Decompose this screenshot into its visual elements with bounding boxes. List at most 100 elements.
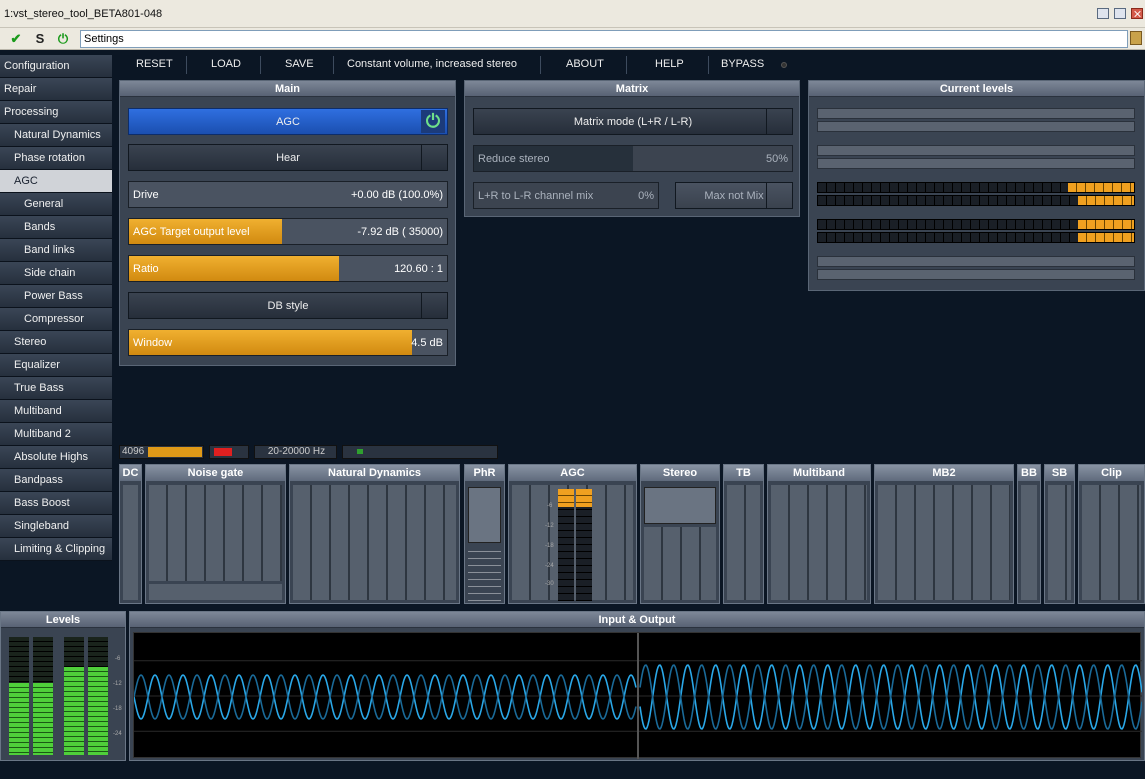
about-button[interactable]: ABOUT: [566, 58, 604, 70]
module-natural-dynamics[interactable]: Natural Dynamics: [289, 464, 460, 604]
levels-panel: Levels -6 -12 -18 -24: [0, 611, 126, 761]
hear-label: Hear: [276, 152, 300, 164]
sidebar-item-multiband-2[interactable]: Multiband 2: [0, 423, 112, 446]
current-levels-title: Current levels: [809, 81, 1144, 97]
level-bar: [817, 108, 1135, 119]
settings-field[interactable]: Settings: [80, 30, 1128, 48]
sidebar-item-processing[interactable]: Processing: [0, 101, 112, 124]
module-agc[interactable]: AGC -6 -12 -18 -24 -30: [508, 464, 637, 604]
window-slider[interactable]: Window 4.5 dB: [128, 329, 448, 356]
db-style-label: DB style: [267, 300, 309, 312]
module-multiband[interactable]: Multiband: [767, 464, 871, 604]
target-level-slider[interactable]: AGC Target output level -7.92 dB ( 35000…: [128, 218, 448, 245]
sidebar-item-band-links[interactable]: Band links: [0, 239, 112, 262]
sidebar-item-natural-dynamics[interactable]: Natural Dynamics: [0, 124, 112, 147]
help-button[interactable]: HELP: [655, 58, 684, 70]
module-bb-title: BB: [1018, 465, 1040, 481]
max-not-mix-button[interactable]: Max not Mix: [675, 182, 793, 209]
agc-tick: -18: [545, 543, 554, 549]
waveform-scope: [133, 632, 1143, 759]
module-phr[interactable]: PhR: [464, 464, 505, 604]
sidebar-item-configuration[interactable]: Configuration: [0, 55, 112, 78]
sidebar-item-stereo[interactable]: Stereo: [0, 331, 112, 354]
s-icon[interactable]: S: [32, 31, 48, 47]
check-icon[interactable]: ✔: [8, 31, 24, 47]
module-sb[interactable]: SB: [1044, 464, 1075, 604]
maximize-icon[interactable]: [1114, 8, 1126, 19]
sidebar-item-bands[interactable]: Bands: [0, 216, 112, 239]
save-button[interactable]: SAVE: [285, 58, 314, 70]
module-tb[interactable]: TB: [723, 464, 764, 604]
agc-meter-right: [576, 489, 592, 601]
minimize-icon[interactable]: [1097, 8, 1109, 19]
sidebar-item-bass-boost[interactable]: Bass Boost: [0, 492, 112, 515]
level-bar: [817, 256, 1135, 267]
module-mb2[interactable]: MB2: [874, 464, 1014, 604]
sidebar-item-true-bass[interactable]: True Bass: [0, 377, 112, 400]
sidebar-item-side-chain[interactable]: Side chain: [0, 262, 112, 285]
bypass-indicator: [781, 62, 787, 68]
ratio-value: 120.60 : 1: [394, 263, 443, 275]
module-dc[interactable]: DC: [119, 464, 142, 604]
agc-label: AGC: [276, 116, 300, 128]
module-phr-title: PhR: [465, 465, 504, 481]
book-icon[interactable]: [1130, 31, 1142, 45]
hear-button[interactable]: Hear: [128, 144, 448, 171]
channel-mix-slider[interactable]: L+R to L-R channel mix 0%: [473, 182, 659, 209]
level-tick: -12: [113, 681, 122, 687]
output-waveform-right: [639, 664, 1143, 730]
agc-toggle-button[interactable]: AGC ⏻: [128, 108, 448, 135]
sidebar-item-compressor[interactable]: Compressor: [0, 308, 112, 331]
ratio-slider[interactable]: Ratio 120.60 : 1: [128, 255, 448, 282]
agc-meter-left: [558, 489, 574, 601]
sidebar-item-general[interactable]: General: [0, 193, 112, 216]
sidebar-item-limiting-clipping[interactable]: Limiting & Clipping: [0, 538, 112, 561]
level-meter: [817, 195, 1135, 206]
settings-bar: ✔ S ⏻ Settings: [0, 28, 1145, 50]
window-label: Window: [133, 337, 173, 349]
reduce-stereo-slider[interactable]: Reduce stereo 50%: [473, 145, 793, 172]
drive-label: Drive: [133, 189, 159, 201]
levels-title: Levels: [1, 612, 125, 628]
module-clip[interactable]: Clip: [1078, 464, 1145, 604]
level-meter-in-left: [9, 637, 29, 755]
level-meter-out-right: [88, 637, 108, 755]
module-stereo[interactable]: Stereo: [640, 464, 720, 604]
drive-slider[interactable]: Drive +0.00 dB (100.0%): [128, 181, 448, 208]
level-tick: -18: [113, 706, 122, 712]
level-bar: [817, 121, 1135, 132]
level-meter-out-left: [64, 637, 84, 755]
reset-button[interactable]: RESET: [136, 58, 173, 70]
module-noise-gate[interactable]: Noise gate: [145, 464, 286, 604]
sidebar-item-phase-rotation[interactable]: Phase rotation: [0, 147, 112, 170]
sidebar-item-agc[interactable]: AGC: [0, 170, 112, 193]
input-waveform-right: [133, 674, 637, 720]
close-icon[interactable]: [1131, 8, 1143, 19]
db-style-button[interactable]: DB style: [128, 292, 448, 319]
power-icon[interactable]: ⏻: [55, 31, 71, 47]
main-panel-title: Main: [120, 81, 455, 97]
sidebar-item-absolute-highs[interactable]: Absolute Highs: [0, 446, 112, 469]
level-meter: [817, 232, 1135, 243]
level-tick: -6: [115, 656, 121, 662]
agc-tick: -6: [547, 503, 553, 509]
load-button[interactable]: LOAD: [211, 58, 241, 70]
power-icon[interactable]: ⏻: [421, 110, 445, 133]
module-bb[interactable]: BB: [1017, 464, 1041, 604]
window-title: 1:vst_stereo_tool_BETA801-048: [4, 8, 163, 20]
sidebar-item-power-bass[interactable]: Power Bass: [0, 285, 112, 308]
reduce-stereo-label: Reduce stereo: [478, 153, 550, 165]
sidebar-item-repair[interactable]: Repair: [0, 78, 112, 101]
matrix-mode-button[interactable]: Matrix mode (L+R / L-R): [473, 108, 793, 135]
sidebar-item-equalizer[interactable]: Equalizer: [0, 354, 112, 377]
sidebar-item-multiband[interactable]: Multiband: [0, 400, 112, 423]
module-mb2-title: MB2: [875, 465, 1013, 481]
bypass-button[interactable]: BYPASS: [721, 58, 764, 70]
sidebar-item-bandpass[interactable]: Bandpass: [0, 469, 112, 492]
module-dc-title: DC: [120, 465, 141, 481]
module-clip-title: Clip: [1079, 465, 1144, 481]
max-not-mix-label: Max not Mix: [704, 190, 764, 202]
preset-name[interactable]: Constant volume, increased stereo: [347, 58, 517, 70]
sidebar-item-singleband[interactable]: Singleband: [0, 515, 112, 538]
level-meter: [817, 182, 1135, 193]
